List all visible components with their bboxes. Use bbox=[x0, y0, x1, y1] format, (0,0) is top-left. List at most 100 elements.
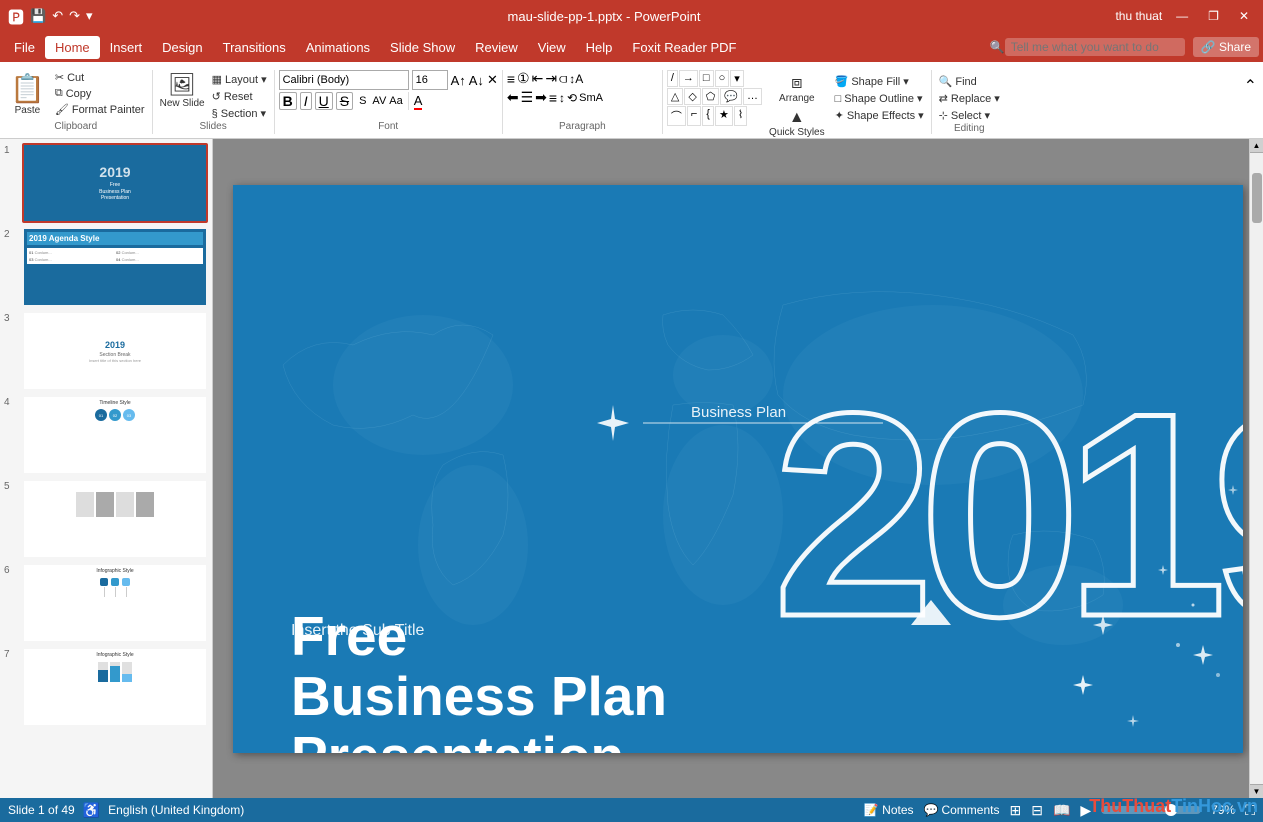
pentagon-shape-button[interactable]: ⬠ bbox=[702, 88, 720, 105]
menu-slideshow[interactable]: Slide Show bbox=[380, 36, 465, 59]
scroll-thumb[interactable] bbox=[1252, 173, 1262, 223]
font-family-input[interactable] bbox=[279, 70, 409, 90]
rect-shape-button[interactable]: □ bbox=[699, 70, 714, 87]
thumbnail-image-5[interactable] bbox=[22, 479, 208, 559]
thumbnail-image-2[interactable]: 2019 Agenda Style 01 Conlum... 02 Conlum… bbox=[22, 227, 208, 307]
numbering-button[interactable]: ① bbox=[517, 70, 530, 87]
align-right-button[interactable]: ➡ bbox=[535, 89, 547, 106]
more-shapes-button[interactable]: ▾ bbox=[730, 70, 744, 87]
layout-button[interactable]: ▦ Layout▾ bbox=[209, 72, 270, 87]
section-button[interactable]: § Section▾ bbox=[209, 106, 270, 121]
font-color-button[interactable]: A bbox=[414, 93, 423, 110]
menu-home[interactable]: Home bbox=[45, 36, 100, 59]
thumbnail-image-7[interactable]: Infographic Style bbox=[22, 647, 208, 727]
columns-button[interactable]: ⫏ bbox=[559, 70, 567, 87]
clear-formatting-button[interactable]: ✕ bbox=[487, 72, 498, 88]
underline-button[interactable]: U bbox=[315, 92, 333, 110]
menu-view[interactable]: View bbox=[528, 36, 576, 59]
align-left-button[interactable]: ⬅ bbox=[507, 89, 519, 106]
bullets-button[interactable]: ≡ bbox=[507, 71, 515, 87]
menu-review[interactable]: Review bbox=[465, 36, 528, 59]
language-indicator[interactable]: English (United Kingdom) bbox=[108, 803, 244, 817]
share-button[interactable]: 🔗 Share bbox=[1193, 37, 1259, 57]
diamond-shape-button[interactable]: ◇ bbox=[684, 88, 700, 105]
triangle-shape-button[interactable]: △ bbox=[667, 88, 683, 105]
align-center-button[interactable]: ☰ bbox=[521, 89, 534, 106]
callout-shape-button[interactable]: 💬 bbox=[720, 88, 742, 105]
shape-effects-button[interactable]: ✦ Shape Effects▾ bbox=[832, 108, 927, 123]
reading-view-button[interactable]: 📖 bbox=[1053, 802, 1070, 819]
thumbnail-image-1[interactable]: 2019 FreeBusiness PlanPresentation bbox=[22, 143, 208, 223]
menu-insert[interactable]: Insert bbox=[100, 36, 153, 59]
search-input[interactable] bbox=[1005, 38, 1185, 56]
decrease-font-button[interactable]: A↓ bbox=[469, 73, 484, 88]
window-minimize-button[interactable]: — bbox=[1170, 7, 1194, 25]
decrease-indent-button[interactable]: ⇤ bbox=[532, 70, 544, 87]
menu-foxit[interactable]: Foxit Reader PDF bbox=[622, 36, 746, 59]
line-spacing-button[interactable]: ↕ bbox=[559, 91, 565, 105]
elbow-connector[interactable]: ⌐ bbox=[687, 106, 701, 126]
arrange-button[interactable]: ⧈ Arrange bbox=[766, 70, 828, 106]
slide-thumbnail-2[interactable]: 2 2019 Agenda Style 01 Conlum... 02 Conl… bbox=[4, 227, 208, 307]
menu-help[interactable]: Help bbox=[576, 36, 623, 59]
window-close-button[interactable]: ✕ bbox=[1233, 7, 1255, 25]
italic-button[interactable]: I bbox=[300, 92, 312, 110]
new-slide-button[interactable]: 🖼 New Slide bbox=[157, 70, 208, 111]
slide-thumbnail-5[interactable]: 5 bbox=[4, 479, 208, 559]
select-button[interactable]: ⊹ Select▾ bbox=[936, 108, 993, 123]
menu-design[interactable]: Design bbox=[152, 36, 212, 59]
thumbnail-image-6[interactable]: Infographic Style bbox=[22, 563, 208, 643]
bold-button[interactable]: B bbox=[279, 92, 297, 110]
cut-button[interactable]: ✂ Cut bbox=[52, 70, 148, 85]
copy-button[interactable]: ⧉ Copy bbox=[52, 86, 148, 101]
curved-connector[interactable]: ⌒ bbox=[667, 106, 686, 126]
menu-animations[interactable]: Animations bbox=[296, 36, 380, 59]
star-shape[interactable]: ★ bbox=[715, 106, 733, 126]
window-restore-button[interactable]: ❐ bbox=[1202, 7, 1225, 25]
slide-canvas[interactable]: Business Plan 2019 bbox=[233, 185, 1243, 753]
slide-sorter-button[interactable]: ⊟ bbox=[1031, 802, 1043, 819]
shape-outline-button[interactable]: □ Shape Outline▾ bbox=[832, 91, 927, 106]
slide-thumbnail-6[interactable]: 6 Infographic Style bbox=[4, 563, 208, 643]
thumbnail-image-4[interactable]: Timeline Style 01 02 03 bbox=[22, 395, 208, 475]
font-spacing-button[interactable]: AV bbox=[372, 95, 386, 107]
comments-button[interactable]: 💬 Comments bbox=[924, 803, 1000, 817]
scroll-up-button[interactable]: ▲ bbox=[1250, 139, 1263, 153]
text-shadow-button[interactable]: S bbox=[356, 95, 369, 107]
more-shapes2-button[interactable]: … bbox=[743, 88, 762, 105]
increase-indent-button[interactable]: ⇥ bbox=[545, 70, 557, 87]
ribbon-shape[interactable]: ⌇ bbox=[734, 106, 747, 126]
notes-button[interactable]: 📝 Notes bbox=[864, 803, 914, 817]
redo-icon[interactable]: ↷ bbox=[69, 8, 80, 24]
replace-button[interactable]: ⇄ Replace▾ bbox=[936, 91, 1003, 106]
slide-thumbnail-3[interactable]: 3 2019 Section Break Insert title of thi… bbox=[4, 311, 208, 391]
quick-save-icon[interactable]: 💾 bbox=[30, 8, 46, 24]
slide-thumbnail-7[interactable]: 7 Infographic Style bbox=[4, 647, 208, 727]
circle-shape-button[interactable]: ○ bbox=[715, 70, 730, 87]
quick-styles-button[interactable]: ▲ Quick Styles bbox=[766, 107, 828, 140]
shape-fill-button[interactable]: 🪣 Shape Fill▾ bbox=[832, 74, 927, 89]
justify-button[interactable]: ≡ bbox=[549, 90, 557, 106]
find-button[interactable]: 🔍 Find bbox=[936, 74, 980, 89]
text-direction-button[interactable]: ↕A bbox=[569, 72, 583, 86]
convert-to-smartart-button[interactable]: SmA bbox=[579, 92, 603, 104]
line-shape-button[interactable]: / bbox=[667, 70, 678, 87]
undo-icon[interactable]: ↶ bbox=[52, 8, 63, 24]
reset-button[interactable]: ↺ Reset bbox=[209, 89, 270, 104]
menu-transitions[interactable]: Transitions bbox=[213, 36, 296, 59]
smart-art-button[interactable]: ⟲ bbox=[567, 91, 577, 105]
collapse-ribbon-button[interactable]: ⌃ bbox=[1238, 74, 1263, 98]
strikethrough-button[interactable]: S bbox=[336, 92, 353, 110]
menu-file[interactable]: File bbox=[4, 36, 45, 59]
normal-view-button[interactable]: ⊞ bbox=[1009, 802, 1021, 819]
font-size-input[interactable] bbox=[412, 70, 448, 90]
format-painter-button[interactable]: 🖌 Format Painter bbox=[52, 102, 148, 117]
arrow-shape-button[interactable]: → bbox=[679, 70, 698, 87]
increase-font-button[interactable]: A↑ bbox=[451, 73, 466, 88]
change-case-button[interactable]: Aa bbox=[389, 95, 402, 107]
accessibility-icon[interactable]: ♿ bbox=[83, 802, 100, 819]
vertical-scrollbar[interactable]: ▲ ▼ bbox=[1249, 139, 1263, 798]
brace-shape[interactable]: { bbox=[702, 106, 714, 126]
slide-thumbnail-4[interactable]: 4 Timeline Style 01 02 03 bbox=[4, 395, 208, 475]
thumbnail-image-3[interactable]: 2019 Section Break Insert title of this … bbox=[22, 311, 208, 391]
